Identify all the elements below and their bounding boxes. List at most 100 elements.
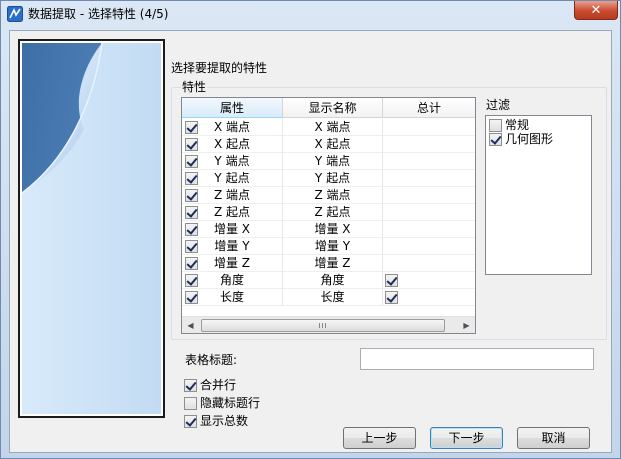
display-name-cell[interactable]: Y 端点 [283,153,383,170]
filter-general-checkbox[interactable] [489,118,502,132]
display-name-cell[interactable]: 长度 [283,289,383,306]
page-curl-illustration [22,43,161,414]
display-name-cell[interactable]: Z 起点 [283,204,383,221]
column-header-display-name[interactable]: 显示名称 [283,98,383,118]
display-name-cell[interactable]: 增量 X [283,221,383,238]
back-button[interactable]: 上一步 [343,427,416,449]
horizontal-scrollbar[interactable]: ◀ III ▶ [182,316,475,333]
display-name-text: Y 端点 [314,154,351,168]
row-include-checkbox[interactable] [185,240,198,253]
filter-item-general[interactable]: 常规 [489,118,529,132]
title-bar[interactable]: 数据提取 - 选择特性 (4/5) ✕ [1,1,620,27]
attribute-text: X 起点 [213,137,251,151]
list-header: 属性 显示名称 总计 [182,98,475,118]
row-include-checkbox[interactable] [185,206,198,219]
show-totals-checkbox[interactable] [184,414,197,428]
row-include-checkbox[interactable] [185,274,198,287]
display-name-text: 增量 Z [314,256,351,270]
total-cell [383,272,475,289]
column-header-attribute[interactable]: 属性 [182,98,283,118]
total-cell [383,204,475,221]
table-row[interactable]: 增量 X 增量 X [182,221,475,238]
scroll-left-icon[interactable]: ◀ [182,317,199,333]
thumb-grip-icon: III [318,321,328,330]
attribute-text: Z 起点 [213,205,251,219]
row-include-checkbox[interactable] [185,155,198,168]
table-row[interactable]: X 端点 X 端点 [182,119,475,136]
option-hide-title-row[interactable]: 隐藏标题行 [184,396,260,410]
display-name-text: Y 起点 [314,171,351,185]
row-include-checkbox[interactable] [185,189,198,202]
filter-item-geometry[interactable]: 几何图形 [489,132,553,146]
show-totals-label: 显示总数 [200,414,249,428]
filter-general-label: 常规 [505,118,530,132]
option-show-totals[interactable]: 显示总数 [184,414,248,428]
row-include-checkbox[interactable] [185,172,198,185]
hide-title-row-checkbox[interactable] [184,396,197,410]
properties-list[interactable]: 属性 显示名称 总计 X 端点 X 端点 X 起点 X 起点 Y 端点 Y 端点 Y 起点 Y… [181,97,476,334]
attribute-cell: 增量 X [182,221,283,238]
display-name-text: Z 端点 [314,188,351,202]
display-name-cell[interactable]: X 起点 [283,136,383,153]
table-title-input[interactable] [360,348,594,370]
properties-group-title: 特性 [181,80,208,94]
attribute-text: 角度 [219,273,244,287]
window-title: 数据提取 - 选择特性 (4/5) [28,7,169,21]
table-row[interactable]: 增量 Y 增量 Y [182,238,475,255]
attribute-cell: Y 端点 [182,153,283,170]
total-cell [383,136,475,153]
attribute-cell: Y 起点 [182,170,283,187]
attribute-text: 增量 Y [214,239,250,253]
display-name-cell[interactable]: 增量 Y [283,238,383,255]
display-name-cell[interactable]: Y 起点 [283,170,383,187]
total-cell [383,119,475,136]
row-include-checkbox[interactable] [185,138,198,151]
display-name-text: X 起点 [314,137,351,151]
row-include-checkbox[interactable] [185,121,198,134]
row-total-checkbox[interactable] [385,273,398,287]
total-cell [383,289,475,306]
table-row[interactable]: Z 起点 Z 起点 [182,204,475,221]
table-row[interactable]: 长度 长度 [182,289,475,306]
filter-geometry-checkbox[interactable] [489,132,502,146]
row-total-checkbox[interactable] [385,290,398,304]
cancel-button[interactable]: 取消 [517,427,590,449]
attribute-text: X 端点 [213,120,251,134]
dialog-window: 数据提取 - 选择特性 (4/5) ✕ 选择要提取的特性 特性 属性 显示名称 … [0,0,621,459]
row-include-checkbox[interactable] [185,291,198,304]
column-header-total[interactable]: 总计 [383,98,475,118]
table-row[interactable]: X 起点 X 起点 [182,136,475,153]
app-icon [7,6,23,22]
attribute-text: 增量 X [213,222,251,236]
scroll-right-icon[interactable]: ▶ [458,317,475,333]
total-cell [383,187,475,204]
option-merge-rows[interactable]: 合并行 [184,378,236,392]
attribute-text: Y 起点 [214,171,250,185]
table-row[interactable]: 角度 角度 [182,272,475,289]
merge-rows-checkbox[interactable] [184,378,197,392]
filter-label: 过滤 [486,98,511,112]
display-name-cell[interactable]: Z 端点 [283,187,383,204]
row-include-checkbox[interactable] [185,223,198,236]
close-button[interactable]: ✕ [574,1,618,20]
attribute-cell: X 端点 [182,119,283,136]
total-cell [383,153,475,170]
filter-list[interactable]: 常规 几何图形 [485,115,592,275]
display-name-cell[interactable]: 角度 [283,272,383,289]
close-icon: ✕ [590,2,602,18]
table-row[interactable]: Y 起点 Y 起点 [182,170,475,187]
table-row[interactable]: Y 端点 Y 端点 [182,153,475,170]
attribute-text: Z 端点 [213,188,251,202]
wizard-side-image [18,39,165,418]
scrollbar-thumb[interactable]: III [201,319,445,332]
display-name-cell[interactable]: X 端点 [283,119,383,136]
attribute-cell: 角度 [182,272,283,289]
attribute-cell: 增量 Y [182,238,283,255]
display-name-cell[interactable]: 增量 Z [283,255,383,272]
next-button[interactable]: 下一步 [430,427,503,449]
table-row[interactable]: Z 端点 Z 端点 [182,187,475,204]
row-include-checkbox[interactable] [185,257,198,270]
table-row[interactable]: 增量 Z 增量 Z [182,255,475,272]
attribute-cell: 长度 [182,289,283,306]
total-cell [383,170,475,187]
